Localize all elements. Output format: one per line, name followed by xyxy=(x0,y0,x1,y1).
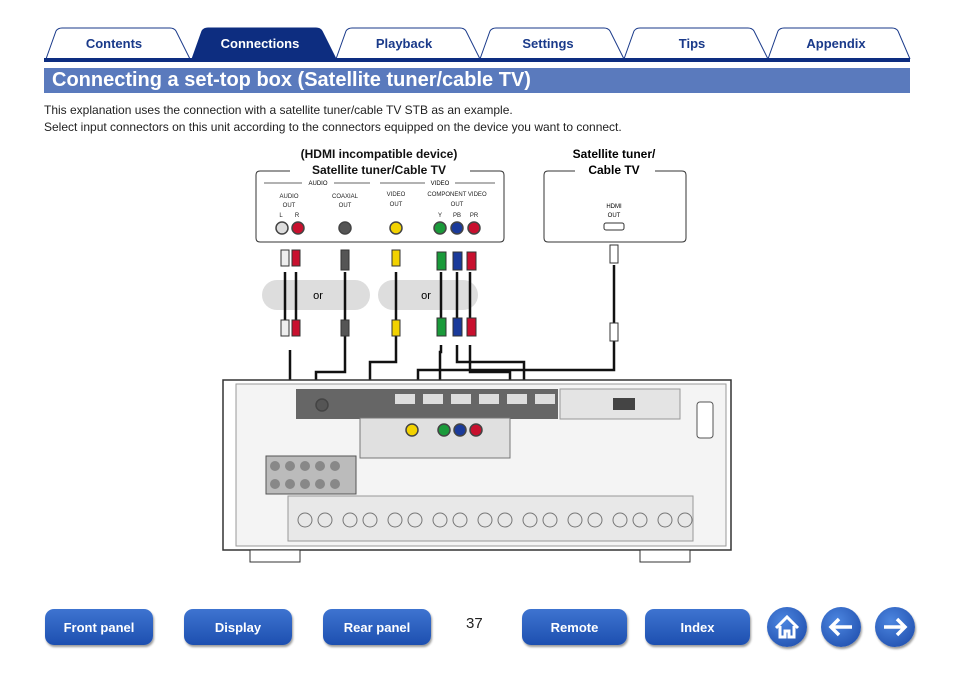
hdmi-out-port xyxy=(603,222,625,231)
jack-y xyxy=(433,221,447,235)
device2-title: Satellite tuner/ xyxy=(573,147,656,161)
jack-audio-l xyxy=(275,221,289,235)
label: VIDEO xyxy=(387,192,406,198)
video-group-label: VIDEO xyxy=(431,181,450,187)
jack-pb xyxy=(450,221,464,235)
label: OUT xyxy=(339,203,352,209)
jack-coaxial xyxy=(338,221,352,235)
label: PR xyxy=(470,213,479,219)
label: HDMI xyxy=(606,204,622,210)
device1-title: (HDMI incompatible device) xyxy=(301,147,458,161)
label: OUT xyxy=(451,202,464,208)
label: OUT xyxy=(608,213,621,219)
label: L xyxy=(279,213,283,219)
display-button[interactable]: Display xyxy=(184,609,292,645)
back-button[interactable] xyxy=(821,607,861,647)
label: AUDIO xyxy=(279,194,298,200)
receiver-rear-panel xyxy=(222,379,732,563)
page-number: 37 xyxy=(466,615,483,632)
label: PB xyxy=(453,213,461,219)
connection-diagram: (HDMI incompatible device) Satellite tun… xyxy=(222,147,732,563)
forward-button[interactable] xyxy=(875,607,915,647)
arrow-right-icon xyxy=(884,617,908,637)
jack-audio-r xyxy=(291,221,305,235)
jack-pr xyxy=(467,221,481,235)
jack-video xyxy=(389,221,403,235)
rear-panel-button[interactable]: Rear panel xyxy=(323,609,431,645)
label: Y xyxy=(438,213,442,219)
remote-button[interactable]: Remote xyxy=(522,609,627,645)
device1-subtitle: Satellite tuner/Cable TV xyxy=(312,163,446,177)
label: R xyxy=(295,213,300,219)
or-label: or xyxy=(313,290,323,302)
or-label: or xyxy=(421,290,431,302)
front-panel-button[interactable]: Front panel xyxy=(45,609,153,645)
home-icon xyxy=(774,614,800,639)
device2-subtitle: Cable TV xyxy=(588,163,639,177)
label: COMPONENT VIDEO xyxy=(427,192,487,198)
audio-group-label: AUDIO xyxy=(308,181,327,187)
home-button[interactable] xyxy=(767,607,807,647)
arrow-left-icon xyxy=(828,617,852,637)
index-button[interactable]: Index xyxy=(645,609,750,645)
label: OUT xyxy=(283,203,296,209)
label: COAXIAL xyxy=(332,194,359,200)
label: OUT xyxy=(390,202,403,208)
